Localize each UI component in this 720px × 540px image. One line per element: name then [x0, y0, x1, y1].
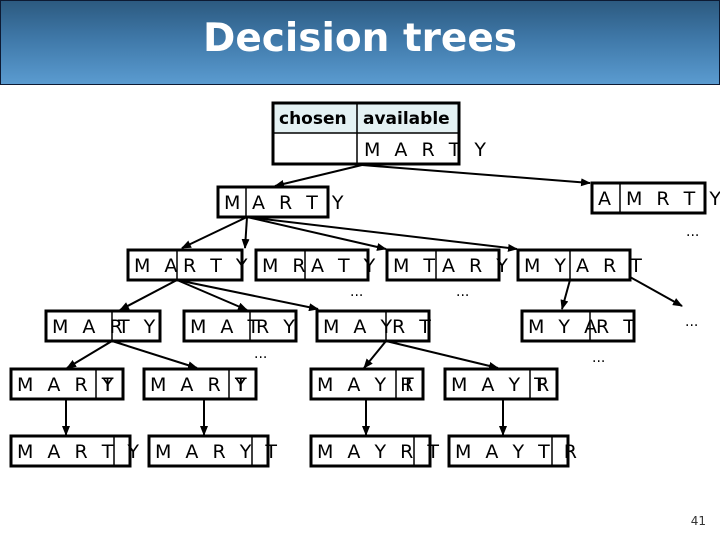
tree-edge-arrow — [363, 340, 387, 369]
node-available: R T — [596, 316, 639, 338]
node-available: A R Y — [442, 255, 512, 277]
root-available-value: M A R T Y — [364, 139, 490, 161]
decision-tree-diagram: chosen available M A R T Y M A R T Y A M R … — [9, 101, 720, 468]
tree-node-l2-mt: M TA R Y — [385, 248, 512, 282]
tree-node-l5-marty: M A R T Y — [9, 434, 143, 468]
tree-edge-arrow — [274, 164, 363, 188]
node-available: R — [536, 374, 553, 396]
tree-node-l3-may: M A YR T — [315, 309, 435, 343]
node-available: R Y — [256, 316, 299, 338]
tree-edge-arrow — [119, 279, 178, 311]
node-chosen: M R — [262, 255, 310, 277]
tree-node-l2-mr: M RA T Y — [254, 248, 379, 282]
node-available: T — [234, 374, 251, 396]
tree-node-l4-mart: M A R TY — [9, 367, 125, 401]
node-available: A T Y — [311, 255, 379, 277]
more-branches-ellipsis: ... — [685, 314, 698, 330]
node-available: R T Y — [183, 255, 252, 277]
node-available: T — [401, 374, 418, 396]
tree-node-l3-mya: M Y AR T — [520, 309, 639, 343]
tree-edge-arrow — [176, 279, 319, 312]
node-available: A R T Y — [252, 192, 348, 214]
node-chosen: M Y — [524, 255, 570, 277]
tree-node-l5-mayrt: M A Y R T — [309, 434, 443, 468]
tree-node-l5-maytr: M A Y T R — [447, 434, 581, 468]
node-chosen: M A Y R T — [317, 441, 443, 463]
root-header-available: available — [363, 109, 450, 129]
tree-edge-arrow — [241, 216, 250, 249]
tree-edge-arrow — [560, 279, 571, 310]
node-chosen: M A Y — [323, 316, 396, 338]
node-available: A R T — [576, 255, 646, 277]
tree-edge-arrow — [246, 216, 518, 252]
node-chosen: M A Y T — [451, 374, 550, 396]
more-branches-ellipsis: ... — [456, 284, 469, 300]
tree-node-l3-mat: M A TR Y — [182, 309, 299, 343]
tree-node-l2-ma: M AR T Y — [126, 248, 252, 282]
tree-edge-arrow — [181, 216, 248, 249]
node-chosen: M A R T Y — [17, 441, 143, 463]
node-chosen: M A R Y T — [155, 441, 281, 463]
node-chosen: M A R — [52, 316, 127, 338]
tree-edge-arrow — [629, 276, 683, 307]
tree-node-l4-mayr: M A Y RT — [309, 367, 425, 401]
tree-node-l1-a: AM R T Y — [590, 181, 720, 215]
tree-node-l2-my: M YA R T — [516, 248, 646, 282]
tree-node-l1-m: MA R T Y — [216, 185, 348, 219]
node-chosen: M Y A — [528, 316, 601, 338]
node-chosen: M A — [134, 255, 181, 277]
root-table: chosen available M A R T Y — [271, 101, 490, 166]
node-available: T Y — [117, 316, 159, 338]
node-chosen: M A T — [190, 316, 263, 338]
node-available: R T — [392, 316, 435, 338]
tree-edge-arrow — [246, 216, 387, 251]
tree-node-l4-mayt: M A Y TR — [443, 367, 559, 401]
tree-edge-arrow — [176, 279, 248, 311]
node-chosen: M — [224, 192, 244, 214]
more-branches-ellipsis: ... — [592, 350, 605, 366]
tree-node-l4-mary: M A R YT — [142, 367, 258, 401]
node-available: Y — [101, 374, 118, 396]
more-branches-ellipsis: ... — [350, 284, 363, 300]
tree-edge-arrow — [66, 340, 113, 369]
tree-edge-arrow — [111, 340, 198, 370]
root-header-chosen: chosen — [279, 109, 347, 129]
tree-edge-arrow — [361, 164, 591, 187]
node-chosen: M A Y T R — [455, 441, 581, 463]
page-number: 41 — [690, 514, 706, 528]
tree-node-l5-maryt: M A R Y T — [147, 434, 281, 468]
tree-node-l3-mar: M A RT Y — [44, 309, 162, 343]
tree-ellipses: .................. — [254, 224, 699, 366]
more-branches-ellipsis: ... — [254, 346, 267, 362]
node-chosen: A — [598, 188, 615, 210]
tree-edge-arrow — [385, 340, 499, 370]
node-chosen: M T — [393, 255, 439, 277]
more-branches-ellipsis: ... — [686, 224, 699, 240]
node-available: M R T Y — [626, 188, 720, 210]
